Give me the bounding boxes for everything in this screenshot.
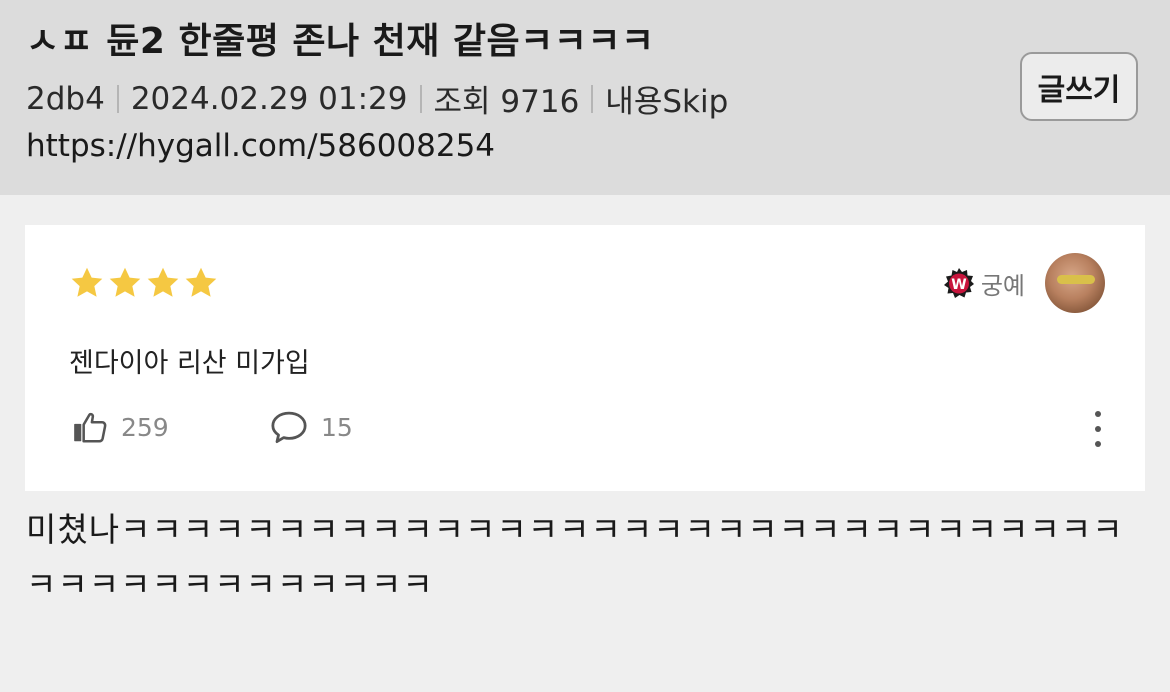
star-icon [145,265,181,301]
reviewer-name[interactable]: 궁예 [981,266,1025,301]
meta-divider [116,84,119,113]
star-icon [107,265,143,301]
meta-divider [591,84,594,113]
skip-link[interactable]: 내용Skip [605,76,728,121]
speech-bubble-icon [271,411,307,443]
reviewer[interactable]: W 궁예 [943,253,1105,313]
post-url[interactable]: https://hygall.com/586008254 [26,128,495,164]
review-text: 젠다이아 리산 미가입 [69,348,310,379]
review-card: W 궁예 젠다이아 리산 미가입 259 15 [25,225,1145,491]
more-options-icon[interactable] [1091,411,1105,447]
watcha-badge-icon: W [943,268,974,298]
badge-letter: W [951,277,966,293]
avatar[interactable] [1045,253,1105,313]
comment-button[interactable]: 15 [269,408,353,446]
like-button[interactable]: 259 [71,408,169,446]
write-button[interactable]: 글쓰기 [1020,52,1138,121]
post-date: 2024.02.29 01:29 [130,80,408,117]
star-icon [183,265,219,301]
star-icon [69,265,105,301]
post-header: ㅅㅍ 듄2 한줄평 존나 천재 같음ㅋㅋㅋㅋ 2db4 2024.02.29 0… [0,0,1170,195]
post-meta: 2db4 2024.02.29 01:29 조회 9716 내용Skip [26,76,728,121]
post-views: 조회 9716 [433,84,580,120]
comment-count: 15 [321,412,353,442]
post-body: 미쳤나ㅋㅋㅋㅋㅋㅋㅋㅋㅋㅋㅋㅋㅋㅋㅋㅋㅋㅋㅋㅋㅋㅋㅋㅋㅋㅋㅋㅋㅋㅋㅋㅋㅋㅋㅋㅋㅋ… [26,510,1124,604]
post-title: ㅅㅍ 듄2 한줄평 존나 천재 같음ㅋㅋㅋㅋ [26,21,655,62]
meta-divider [419,84,422,113]
star-rating [69,265,219,301]
avatar-visor [1057,275,1095,284]
like-count: 259 [121,412,169,442]
post-author[interactable]: 2db4 [26,81,105,117]
thumbs-up-icon [74,412,107,443]
